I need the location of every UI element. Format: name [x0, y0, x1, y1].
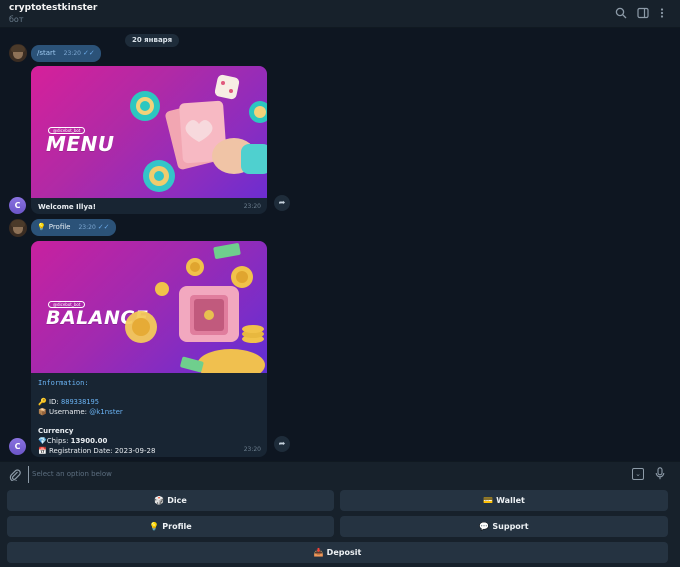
speech-bubble-icon: 💬 [479, 522, 490, 531]
message-input[interactable]: Select an option below [28, 466, 618, 483]
id-row: 🔑 ID: 889338195 [38, 397, 260, 407]
button-label: Dice [167, 496, 187, 505]
dice-icon: 🎲 [154, 496, 165, 505]
support-button[interactable]: 💬 Support [340, 516, 668, 537]
lightbulb-icon: 💡 [37, 223, 46, 231]
keyboard-toggle-icon[interactable]: ⌄ [632, 468, 644, 480]
info-header: Information: [38, 379, 89, 387]
read-ticks-icon: ✓✓ [97, 223, 110, 231]
microphone-icon[interactable] [655, 467, 665, 483]
registration-label: Registration Date: [48, 447, 113, 455]
button-label: Deposit [326, 548, 362, 557]
sidebar-toggle-icon[interactable] [636, 7, 650, 21]
lightbulb-icon: 💡 [149, 522, 160, 531]
reply-keyboard: 🎲 Dice 💳 Wallet 💡 Profile 💬 Support 📥 Deposit [0, 487, 680, 567]
date-separator: 20 января [125, 34, 180, 47]
username-link[interactable]: @k1nster [89, 408, 123, 416]
package-icon: 📦 [38, 408, 47, 416]
credit-card-icon: 💳 [483, 496, 494, 505]
calendar-icon: 📅 [38, 447, 47, 455]
balance-banner-image: @dicebot_bot BALANCE [31, 241, 267, 373]
message-time: 23:20 [243, 446, 261, 453]
more-menu-icon[interactable] [655, 7, 669, 21]
diamond-icon: 💎 [38, 437, 47, 445]
profile-info: Information: 🔑 ID: 889338195 📦 Username:… [31, 373, 267, 456]
read-ticks-icon: ✓✓ [82, 49, 95, 57]
bot-avatar[interactable]: C [9, 438, 26, 455]
bot-message-menu[interactable]: @dicebot_bot MENU Welcome Illya! 23:20 [31, 66, 267, 214]
username-row: 📦 Username: @k1nster [38, 407, 260, 417]
bot-avatar[interactable]: C [9, 197, 26, 214]
menu-banner-image: @dicebot_bot MENU [31, 66, 267, 198]
message-time: 23:20 [63, 50, 81, 57]
forward-icon[interactable]: ➦ [274, 195, 290, 211]
message-list[interactable]: 20 января /start 23:20 ✓✓ @dicebot_bot MEN… [0, 29, 680, 461]
message-time: 23:20 [243, 203, 261, 210]
button-label: Profile [162, 522, 192, 531]
button-label: Support [492, 522, 529, 531]
chat-header: cryptotestkinster бот [0, 0, 680, 28]
registration-row: 📅 Registration Date: 2023-09-28 [38, 446, 260, 456]
message-text: /start [37, 49, 56, 57]
outgoing-message[interactable]: /start 23:20 ✓✓ [31, 45, 101, 62]
dice-button[interactable]: 🎲 Dice [7, 490, 334, 511]
key-icon: 🔑 [38, 398, 47, 406]
safe-illustration [125, 243, 265, 373]
currency-header: Currency [38, 427, 74, 435]
id-value[interactable]: 889338195 [61, 398, 99, 406]
welcome-text: Welcome Illya! [38, 203, 96, 211]
chips-label: Chips: [46, 437, 69, 445]
chat-subtitle: бот [9, 15, 24, 24]
button-label: Wallet [496, 496, 525, 505]
search-icon[interactable] [614, 7, 628, 21]
attach-icon[interactable] [9, 468, 21, 484]
id-label: ID: [48, 398, 59, 406]
chat-title[interactable]: cryptotestkinster [9, 3, 97, 13]
user-avatar[interactable] [9, 219, 27, 237]
message-text: Profile [48, 223, 71, 231]
message-caption: Welcome Illya! [31, 198, 267, 211]
inbox-tray-icon: 📥 [313, 548, 324, 557]
forward-icon[interactable]: ➦ [274, 436, 290, 452]
profile-button[interactable]: 💡 Profile [7, 516, 334, 537]
user-avatar[interactable] [9, 44, 27, 62]
deposit-button[interactable]: 📥 Deposit [7, 542, 668, 563]
username-label: Username: [48, 408, 87, 416]
message-time: 23:20 [78, 224, 96, 231]
chips-value: 13900.00 [70, 437, 108, 445]
composer: Select an option below ⌄ [0, 461, 680, 487]
chips-row: 💎Chips: 13900.00 [38, 436, 260, 446]
bot-message-balance[interactable]: @dicebot_bot BALANCE Information: 🔑 ID: … [31, 241, 267, 457]
cards-illustration [130, 74, 267, 192]
outgoing-message[interactable]: 💡 Profile 23:20 ✓✓ [31, 219, 116, 236]
registration-value: 2023-09-28 [114, 447, 156, 455]
wallet-button[interactable]: 💳 Wallet [340, 490, 668, 511]
